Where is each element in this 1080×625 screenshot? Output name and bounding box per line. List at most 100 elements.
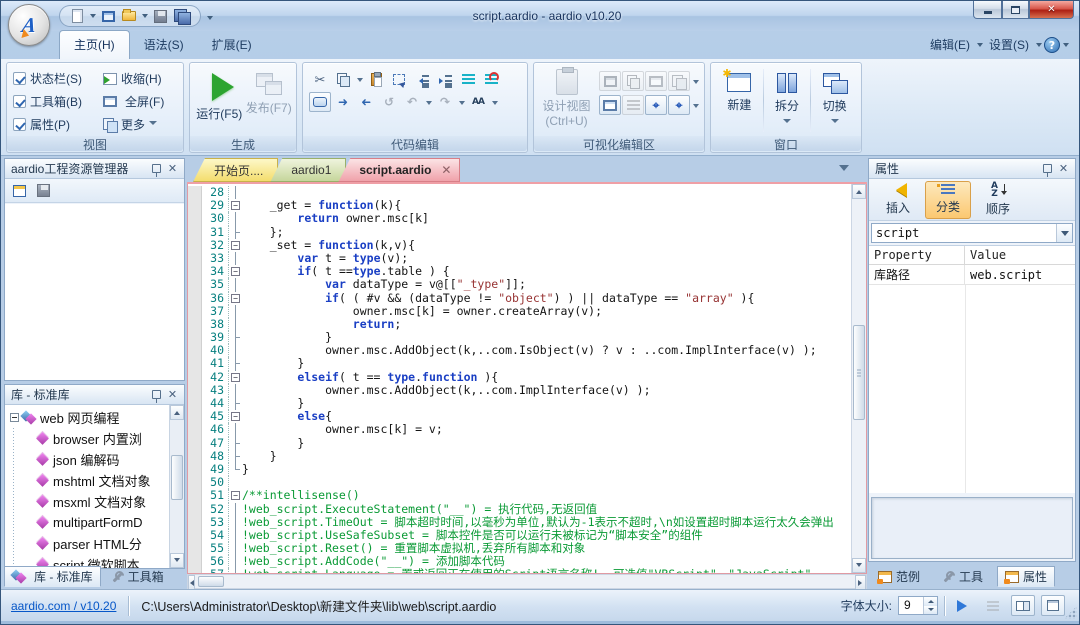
app-menu-button[interactable]: A bbox=[8, 4, 50, 46]
code-editor[interactable]: 2829− _get = function(k){30 return owner… bbox=[187, 184, 867, 574]
unindent-button[interactable] bbox=[411, 69, 433, 89]
tree-item[interactable]: msxml 文档对象 bbox=[7, 491, 168, 512]
library-scrollbar[interactable] bbox=[169, 405, 184, 568]
edit-menu[interactable]: 编辑(E) bbox=[926, 34, 974, 55]
tree-item[interactable]: multipartFormD bbox=[7, 512, 168, 533]
redo-dropdown[interactable] bbox=[457, 92, 466, 112]
open-file-dropdown[interactable] bbox=[141, 7, 148, 25]
undo-button[interactable]: ↶ bbox=[401, 92, 423, 112]
copy-dropdown[interactable] bbox=[355, 69, 364, 89]
pin-icon[interactable] bbox=[1041, 162, 1056, 176]
code-line[interactable]: 52!web_script.ExecuteStatement("__") = 执… bbox=[188, 503, 851, 516]
redo-button[interactable]: ↷ bbox=[434, 92, 456, 112]
preview-window-button[interactable] bbox=[99, 7, 117, 25]
spin-up-icon[interactable] bbox=[924, 597, 937, 606]
editor-hscrollbar[interactable] bbox=[187, 574, 867, 589]
copy-button[interactable] bbox=[332, 69, 354, 89]
step-back-button[interactable]: ➜ bbox=[355, 92, 377, 112]
pin-button[interactable]: ⌖ bbox=[645, 95, 667, 115]
publish-button[interactable]: 发布(F7) bbox=[245, 67, 292, 134]
settings-menu-dropdown[interactable] bbox=[1035, 36, 1042, 54]
code-line[interactable]: 38 return; bbox=[188, 318, 851, 331]
edit-menu-dropdown[interactable] bbox=[976, 36, 983, 54]
run-button[interactable]: 运行(F5) bbox=[196, 67, 243, 134]
bring-front-button[interactable] bbox=[668, 71, 690, 91]
save-button[interactable] bbox=[151, 7, 169, 25]
code-line[interactable]: 30 return owner.msc[k] bbox=[188, 212, 851, 225]
open-file-button[interactable] bbox=[120, 7, 138, 25]
undo-dropdown[interactable] bbox=[424, 92, 433, 112]
project-save-button[interactable] bbox=[33, 181, 53, 200]
object-selector[interactable]: script bbox=[871, 223, 1073, 243]
tab-library[interactable]: 库 - 标准库 bbox=[4, 566, 101, 587]
tab-start-page[interactable]: 开始页.... bbox=[193, 158, 278, 182]
tab-extension[interactable]: 扩展(E) bbox=[198, 31, 266, 59]
code-line[interactable]: 37 owner.msc[k] = owner.createArray(v); bbox=[188, 305, 851, 318]
rect-select-button[interactable] bbox=[388, 69, 410, 89]
new-file-button[interactable] bbox=[68, 7, 86, 25]
categorize-button[interactable]: 分类 bbox=[925, 181, 971, 219]
code-line[interactable]: 36− if( ( #v && (dataType != "object") )… bbox=[188, 292, 851, 305]
chevron-down-icon[interactable] bbox=[1056, 224, 1072, 242]
find-button[interactable]: AA bbox=[467, 92, 489, 112]
close-icon[interactable]: ✕ bbox=[165, 388, 180, 402]
format-button[interactable] bbox=[480, 69, 502, 89]
tree-item[interactable]: browser 内置浏 bbox=[7, 428, 168, 449]
lasso-button[interactable]: ↺ bbox=[378, 92, 400, 112]
code-line[interactable]: 31 }; bbox=[188, 226, 851, 239]
toolbox-checkbox[interactable]: 工具箱(B) bbox=[13, 93, 101, 110]
tab-toolbox[interactable]: 工具箱 bbox=[103, 566, 172, 587]
code-line[interactable]: 29− _get = function(k){ bbox=[188, 199, 851, 212]
code-line[interactable]: 43 owner.msc.AddObject(k,..com.ImplInter… bbox=[188, 384, 851, 397]
code-line[interactable]: 35 var dataType = v@[["_type"]]; bbox=[188, 278, 851, 291]
split-button[interactable]: 拆分 bbox=[765, 67, 810, 134]
restore-button[interactable] bbox=[1002, 1, 1029, 19]
shrink-button[interactable]: 收缩(H) bbox=[101, 69, 185, 88]
find-dropdown[interactable] bbox=[490, 92, 499, 112]
project-new-button[interactable] bbox=[9, 181, 29, 200]
pin-icon[interactable] bbox=[150, 162, 165, 176]
code-line[interactable]: 48 } bbox=[188, 450, 851, 463]
code-line[interactable]: 34− if( t ==type.table ) { bbox=[188, 265, 851, 278]
new-file-dropdown[interactable] bbox=[89, 7, 96, 25]
save-all-button[interactable] bbox=[172, 7, 190, 25]
gear-window-button[interactable] bbox=[599, 71, 621, 91]
code-line[interactable]: 40 owner.msc.AddObject(k,..com.IsObject(… bbox=[188, 344, 851, 357]
tree-root[interactable]: web 网页编程 bbox=[7, 407, 168, 428]
property-row[interactable]: 库路径web.script bbox=[869, 265, 1075, 285]
switch-button[interactable]: 切换 bbox=[812, 67, 857, 134]
code-line[interactable]: 53!web_script.TimeOut = 脚本超时时间,以毫秒为单位,默认… bbox=[188, 516, 851, 529]
close-icon[interactable]: ✕ bbox=[1056, 162, 1071, 176]
design-view-button[interactable]: 设计视图(Ctrl+U) bbox=[540, 67, 593, 134]
image-window-button[interactable] bbox=[622, 71, 644, 91]
goto-button[interactable] bbox=[951, 595, 975, 616]
outline-button[interactable] bbox=[981, 595, 1005, 616]
qat-customize-dropdown[interactable] bbox=[206, 9, 213, 27]
code-line[interactable]: 46 owner.msc[k] = v; bbox=[188, 423, 851, 436]
tab-script-aardio[interactable]: script.aardio✕ bbox=[338, 158, 460, 182]
code-line[interactable]: 28 bbox=[188, 186, 851, 199]
plain-window-button[interactable] bbox=[645, 71, 667, 91]
resize-grip[interactable] bbox=[1064, 606, 1077, 619]
code-line[interactable]: 39 } bbox=[188, 331, 851, 344]
tab-properties[interactable]: 属性 bbox=[997, 566, 1055, 587]
code-line[interactable]: 44 } bbox=[188, 397, 851, 410]
settings-menu[interactable]: 设置(S) bbox=[985, 34, 1033, 55]
sort-button[interactable]: AZ顺序 bbox=[975, 181, 1021, 219]
tab-tools[interactable]: 工具 bbox=[934, 566, 991, 587]
minimize-button[interactable] bbox=[973, 1, 1002, 19]
code-line[interactable]: 56!web_script.AddCode("__") = 添加脚本代码 bbox=[188, 555, 851, 568]
code-line[interactable]: 41 } bbox=[188, 357, 851, 370]
pin2-button[interactable]: ⌖ bbox=[668, 95, 690, 115]
scroll-up-icon[interactable] bbox=[170, 405, 184, 420]
title-bar[interactable]: A script.aardio - aardio v10.20 ✕ bbox=[1, 1, 1079, 31]
scroll-thumb[interactable] bbox=[198, 576, 224, 587]
align-button[interactable] bbox=[457, 69, 479, 89]
property-grid-empty[interactable] bbox=[869, 285, 1075, 493]
close-button[interactable]: ✕ bbox=[1029, 1, 1074, 19]
code-line[interactable]: 45− else{ bbox=[188, 410, 851, 423]
grid-button[interactable] bbox=[622, 95, 644, 115]
help-icon[interactable]: ? bbox=[1044, 37, 1060, 53]
code-line[interactable]: 55!web_script.Reset() = 重置脚本虚拟机,丢弃所有脚本和对… bbox=[188, 542, 851, 555]
tab-syntax[interactable]: 语法(S) bbox=[130, 31, 198, 59]
